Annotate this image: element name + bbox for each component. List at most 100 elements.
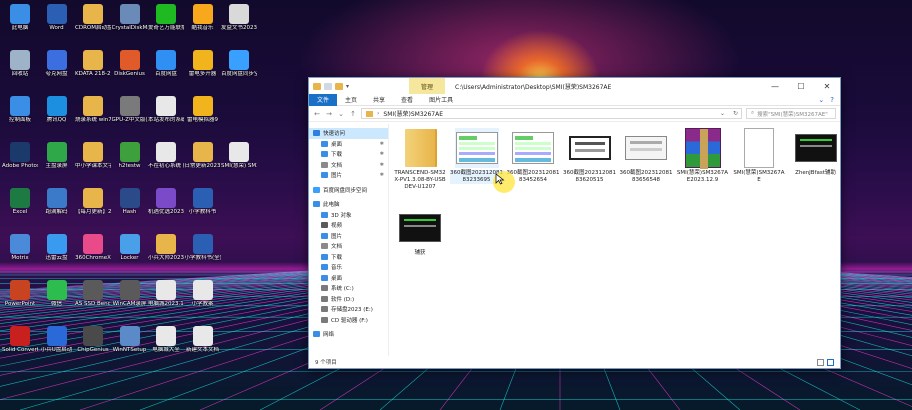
ribbon-tab[interactable]: 主页: [337, 94, 365, 106]
desktop-icon-item[interactable]: 夸克网盘: [39, 50, 75, 78]
nav-item[interactable]: 此电脑: [309, 199, 388, 210]
help-icon[interactable]: ?: [830, 96, 834, 104]
desktop-icon-item[interactable]: Excel: [2, 188, 38, 216]
forward-arrow-icon[interactable]: →: [325, 110, 333, 118]
desktop-icon-item[interactable]: 小学教科书(全): [185, 234, 221, 262]
desktop-icon-item[interactable]: CDROM启动盘制作工具: [75, 4, 111, 32]
desktop-icon-item[interactable]: 此电脑: [2, 4, 38, 32]
desktop-icon-item[interactable]: 小学教案: [185, 280, 221, 308]
nav-item[interactable]: 文档 ✱: [309, 160, 388, 171]
nav-item[interactable]: 视频: [309, 220, 388, 231]
nav-item[interactable]: 软件 (D:): [309, 294, 388, 305]
chevron-down-icon[interactable]: ⌄: [720, 110, 725, 117]
desktop-icon-item[interactable]: Motrix: [2, 234, 38, 262]
nav-item[interactable]: 系统 (C:): [309, 283, 388, 294]
back-arrow-icon[interactable]: ←: [313, 110, 321, 118]
explorer-window[interactable]: ▾ 管理 C:\Users\Administrator\Desktop\SMI(…: [308, 77, 841, 369]
desktop-icon-item[interactable]: 迅雷云盘: [39, 234, 75, 262]
desktop-icon-item[interactable]: 跑满解码: [39, 188, 75, 216]
ribbon-context-tab-manage[interactable]: 管理: [409, 78, 445, 94]
nav-item[interactable]: 百度网盘同步空间: [309, 185, 388, 196]
desktop-icon-item[interactable]: 友益文书2023: [221, 4, 257, 32]
nav-item[interactable]: 图片 ✱: [309, 170, 388, 181]
file-item[interactable]: SMI(慧荣)SM3267AE2023.12.9: [676, 128, 730, 184]
desktop-icon-item[interactable]: 小兵大师2023...: [148, 234, 184, 262]
desktop-icon-item[interactable]: Adobe Photosh...: [2, 142, 38, 170]
desktop-icon-item[interactable]: 雷电多开器: [185, 50, 221, 78]
desktop-icon-item[interactable]: 腾讯QQ: [39, 96, 75, 124]
desktop-icon-item[interactable]: GPU-Z中文版(显卡检测): [112, 96, 148, 124]
desktop-icon-item[interactable]: 烧录系统 win7win10...: [75, 96, 111, 124]
desktop-icon-item[interactable]: h2testw: [112, 142, 148, 170]
nav-item[interactable]: 存储盘2023 (E:): [309, 304, 388, 315]
nav-item[interactable]: 图片: [309, 231, 388, 242]
properties-icon[interactable]: [324, 82, 332, 90]
refresh-icon[interactable]: ↻: [733, 110, 738, 117]
chevron-down-icon[interactable]: ⌄: [818, 96, 824, 104]
nav-item[interactable]: 3D 对象: [309, 210, 388, 221]
new-folder-icon[interactable]: [335, 82, 343, 90]
title-bar[interactable]: ▾ 管理 C:\Users\Administrator\Desktop\SMI(…: [309, 78, 840, 94]
maximize-button[interactable]: ☐: [788, 78, 814, 94]
desktop-icon-item[interactable]: Locker: [112, 234, 148, 262]
nav-item[interactable]: 桌面: [309, 273, 388, 284]
desktop-icon-item[interactable]: AS SSD Benchmark: [75, 280, 111, 308]
desktop-icon-item[interactable]: 百度网盘同步空间: [221, 50, 257, 78]
nav-item[interactable]: 网络: [309, 329, 388, 340]
desktop-icon-item[interactable]: 日常更新2023.12: [185, 142, 221, 170]
nav-item[interactable]: 下载: [309, 252, 388, 263]
file-item[interactable]: TRANSCEND-SM32X-PV1.3.08-BY-USBDEV-U1207: [393, 128, 447, 190]
file-item[interactable]: ZhenJBfast辅助: [789, 128, 843, 177]
ribbon-tab[interactable]: 文件: [309, 93, 338, 106]
desktop-icon-item[interactable]: DiskGenius: [112, 50, 148, 78]
desktop-icon-item[interactable]: SMI(慧荣) SM3267AE: [221, 142, 257, 170]
nav-item[interactable]: 文档: [309, 241, 388, 252]
desktop-icon-item[interactable]: 控制面板: [2, 96, 38, 124]
desktop-icon-item[interactable]: 电脑城2023.12: [148, 280, 184, 308]
nav-item[interactable]: 音乐: [309, 262, 388, 273]
desktop-icon-item[interactable]: 新建文本文档: [185, 326, 221, 354]
desktop-icon-item[interactable]: 酷我音乐: [185, 4, 221, 32]
desktop-icon-item[interactable]: KDATA 218-2量产...: [75, 50, 111, 78]
ribbon-tab[interactable]: 共享: [365, 94, 393, 106]
file-item[interactable]: 辅获: [393, 208, 447, 257]
customize-toolbar-icon[interactable]: ▾: [346, 83, 349, 90]
desktop-icon-item[interactable]: 【每月更新】2023年双...: [75, 188, 111, 216]
ribbon-tab[interactable]: 图片工具: [421, 94, 461, 106]
file-item[interactable]: SMI(慧荣)SM3267AE: [732, 128, 786, 184]
desktop-icon-item[interactable]: 回收站: [2, 50, 38, 78]
desktop-icon-item[interactable]: 小兵U盘启动: [39, 326, 75, 354]
desktop-icon-item[interactable]: Hash: [112, 188, 148, 216]
desktop-icon-item[interactable]: 360ChromeX: [75, 234, 111, 262]
file-item[interactable]: 360截图20231208183452654: [506, 128, 560, 184]
desktop-icon-item[interactable]: WinNTSetup: [112, 326, 148, 354]
desktop-icon-item[interactable]: CrystalDiskMark中文版(便携版): [112, 4, 148, 32]
up-arrow-icon[interactable]: ↑: [349, 110, 357, 118]
desktop-icon-item[interactable]: Word: [39, 4, 75, 32]
large-icons-view-icon[interactable]: [827, 358, 834, 366]
file-item[interactable]: 360截图20231208183620515: [563, 128, 617, 184]
file-item[interactable]: 360截图20231208183656548: [619, 128, 673, 184]
desktop-icon-item[interactable]: Solid Convert...: [2, 326, 38, 354]
nav-item[interactable]: 快速访问: [309, 128, 388, 139]
minimize-button[interactable]: —: [762, 78, 788, 94]
desktop-icon-item[interactable]: ChipGenius: [75, 326, 111, 354]
desktop-icon-item[interactable]: 中小学课本文字(资源库...): [75, 142, 111, 170]
desktop-icon-item[interactable]: 雷电模拟器9: [185, 96, 221, 124]
desktop-icon-item[interactable]: WinCAM录屏: [112, 280, 148, 308]
desktop-icon-item[interactable]: PowerPoint: [2, 280, 38, 308]
nav-item[interactable]: 下载 ✱: [309, 149, 388, 160]
details-view-icon[interactable]: [817, 358, 824, 366]
desktop-icon-item[interactable]: 主盘录屏: [39, 142, 75, 170]
nav-item[interactable]: 桌面 ✱: [309, 139, 388, 150]
search-input[interactable]: ⌕ 搜索"SMI(慧荣)SM3267AE": [746, 108, 836, 119]
desktop-icon-item[interactable]: 爱奇艺万能联播: [148, 4, 184, 32]
nav-item[interactable]: CD 驱动器 (F:): [309, 315, 388, 326]
desktop-icon-item[interactable]: 不在初心系统下载地址...: [148, 142, 184, 170]
chevron-down-icon[interactable]: ⌄: [337, 110, 345, 118]
desktop-icon-item[interactable]: 微信: [39, 280, 75, 308]
breadcrumb-current[interactable]: SMI(慧荣)SM3267AE: [383, 109, 443, 118]
address-field[interactable]: › SMI(慧荣)SM3267AE ⌄ ↻: [361, 108, 742, 119]
ribbon-tab[interactable]: 查看: [393, 94, 421, 106]
desktop-icon-item[interactable]: 本站发布的系统仅为个人...: [148, 96, 184, 124]
